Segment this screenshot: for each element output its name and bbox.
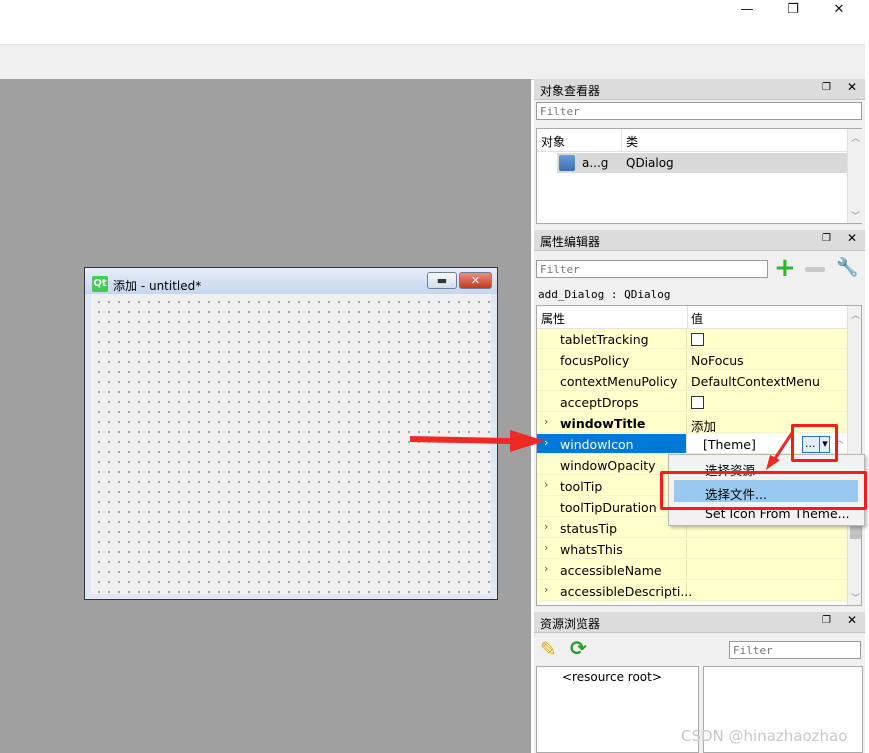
column-object[interactable]: 对象	[541, 133, 565, 150]
column-property[interactable]: 属性	[541, 310, 565, 327]
minimize-button[interactable]: —	[724, 0, 770, 20]
column-class[interactable]: 类	[626, 133, 638, 150]
close-icon[interactable]: ✕	[847, 613, 857, 627]
chevron-right-icon[interactable]: ›	[544, 541, 548, 554]
property-name-cell[interactable]: › windowIcon	[537, 434, 687, 454]
wrench-icon[interactable]: 🔧	[836, 257, 858, 278]
property-name-cell[interactable]: focusPolicy	[537, 350, 687, 370]
property-value-cell[interactable]	[687, 392, 847, 412]
object-inspector-header: 对象查看器 ❐ ✕	[534, 79, 865, 100]
chevron-right-icon[interactable]: ›	[544, 562, 548, 575]
property-table-header: 属性 值	[537, 306, 847, 329]
resource-browser-title: 资源浏览器	[540, 617, 601, 631]
form-minimize-button[interactable]: ▬	[427, 272, 457, 289]
form-title: 添加 - untitled*	[113, 279, 202, 293]
red-arrow-small-annotation	[766, 432, 794, 470]
highlight-box-choose-file	[660, 471, 867, 510]
float-icon[interactable]: ❐	[822, 82, 831, 93]
object-tree-header: 对象 类	[537, 129, 847, 152]
resource-tree[interactable]: <resource root>	[536, 666, 699, 753]
property-name: contextMenuPolicy	[560, 374, 678, 389]
column-value[interactable]: 值	[691, 310, 703, 327]
form-close-button[interactable]: ✕	[459, 272, 492, 289]
close-button[interactable]: ✕	[816, 0, 862, 20]
chevron-right-icon[interactable]: ›	[544, 520, 548, 533]
object-tree-scrollbar[interactable]: ︿ ﹀	[847, 129, 863, 223]
property-value: NoFocus	[691, 353, 744, 368]
property-name: statusTip	[560, 521, 618, 536]
chevron-right-icon[interactable]: ›	[544, 583, 548, 596]
float-icon[interactable]: ❐	[822, 615, 831, 626]
property-name-cell[interactable]: contextMenuPolicy	[537, 371, 687, 391]
property-name-cell[interactable]: acceptDrops	[537, 392, 687, 412]
property-name: toolTipDuration	[560, 500, 657, 515]
property-value-cell[interactable]	[687, 581, 847, 601]
object-inspector-title: 对象查看器	[540, 84, 601, 98]
resource-browser-header: 资源浏览器 ❐ ✕	[534, 612, 865, 633]
property-name: accessibleDescripti...	[560, 584, 693, 599]
property-editor-title: 属性编辑器	[540, 235, 601, 249]
resource-root-item[interactable]: <resource root>	[562, 670, 662, 684]
property-value: [Theme]	[703, 437, 756, 452]
edit-resources-icon[interactable]: ✎	[540, 637, 557, 661]
tree-row-dialog[interactable]: a...g QDialog	[557, 153, 847, 173]
tree-row-class: QDialog	[626, 156, 674, 170]
property-name: tabletTracking	[560, 332, 649, 347]
close-icon[interactable]: ✕	[847, 231, 857, 245]
add-property-icon[interactable]: +	[774, 255, 796, 281]
close-icon[interactable]: ✕	[847, 80, 857, 94]
qt-logo-icon: Qt	[92, 276, 108, 292]
resource-filter-input[interactable]	[729, 641, 861, 659]
watermark: CSDN @hinazhaozhao	[681, 727, 848, 745]
property-name-cell[interactable]: tabletTracking	[537, 329, 687, 349]
property-row[interactable]: focusPolicy NoFocus	[537, 350, 847, 371]
property-value: 添加	[691, 419, 717, 434]
property-name: windowOpacity	[560, 458, 656, 473]
float-icon[interactable]: ❐	[822, 233, 831, 244]
chevron-right-icon[interactable]: ›	[544, 478, 548, 491]
property-name-cell[interactable]: › windowTitle	[537, 413, 687, 433]
property-row[interactable]: acceptDrops	[537, 392, 847, 413]
property-name-cell[interactable]: › accessibleName	[537, 560, 687, 580]
red-arrow-annotation	[410, 430, 545, 452]
property-value: DefaultContextMenu	[691, 374, 820, 389]
property-row[interactable]: tabletTracking	[537, 329, 847, 350]
property-row[interactable]: contextMenuPolicy DefaultContextMenu	[537, 371, 847, 392]
property-name: windowIcon	[560, 437, 634, 452]
property-filter-input[interactable]	[536, 260, 768, 278]
dialog-icon	[559, 155, 575, 171]
property-name: windowTitle	[560, 416, 646, 431]
right-dock: 对象查看器 ❐ ✕ 对象 类 a...g QDialog ︿ ﹀ 属性编辑器 ❐…	[534, 79, 865, 753]
property-checkbox[interactable]	[691, 333, 704, 346]
remove-property-icon[interactable]	[805, 267, 825, 272]
property-value-cell[interactable]	[687, 329, 847, 349]
property-name: toolTip	[560, 479, 603, 494]
property-editor-header: 属性编辑器 ❐ ✕	[534, 230, 865, 251]
property-name: focusPolicy	[560, 353, 630, 368]
property-row[interactable]: › accessibleDescripti...	[537, 581, 847, 602]
object-tree[interactable]: 对象 类 a...g QDialog ︿ ﹀	[536, 128, 863, 224]
property-checkbox[interactable]	[691, 396, 704, 409]
object-filter-input[interactable]	[536, 102, 862, 120]
reload-icon[interactable]: ⟳	[570, 636, 587, 660]
toolbar-area	[0, 44, 865, 80]
property-row[interactable]: › accessibleName	[537, 560, 847, 581]
property-value-cell[interactable]: DefaultContextMenu	[687, 371, 847, 391]
property-name: accessibleName	[560, 563, 662, 578]
property-name: whatsThis	[560, 542, 623, 557]
property-name-cell[interactable]: › whatsThis	[537, 539, 687, 559]
property-name: acceptDrops	[560, 395, 639, 410]
restore-button[interactable]: ❐	[770, 0, 816, 20]
property-value-cell[interactable]	[687, 560, 847, 580]
tree-row-object: a...g	[582, 156, 609, 170]
property-row[interactable]: › whatsThis	[537, 539, 847, 560]
object-class-label: add_Dialog : QDialog	[538, 288, 671, 301]
property-name-cell[interactable]: › statusTip	[537, 518, 687, 538]
property-value-cell[interactable]	[687, 539, 847, 559]
property-name-cell[interactable]: › accessibleDescripti...	[537, 581, 692, 601]
property-value-cell[interactable]: NoFocus	[687, 350, 847, 370]
